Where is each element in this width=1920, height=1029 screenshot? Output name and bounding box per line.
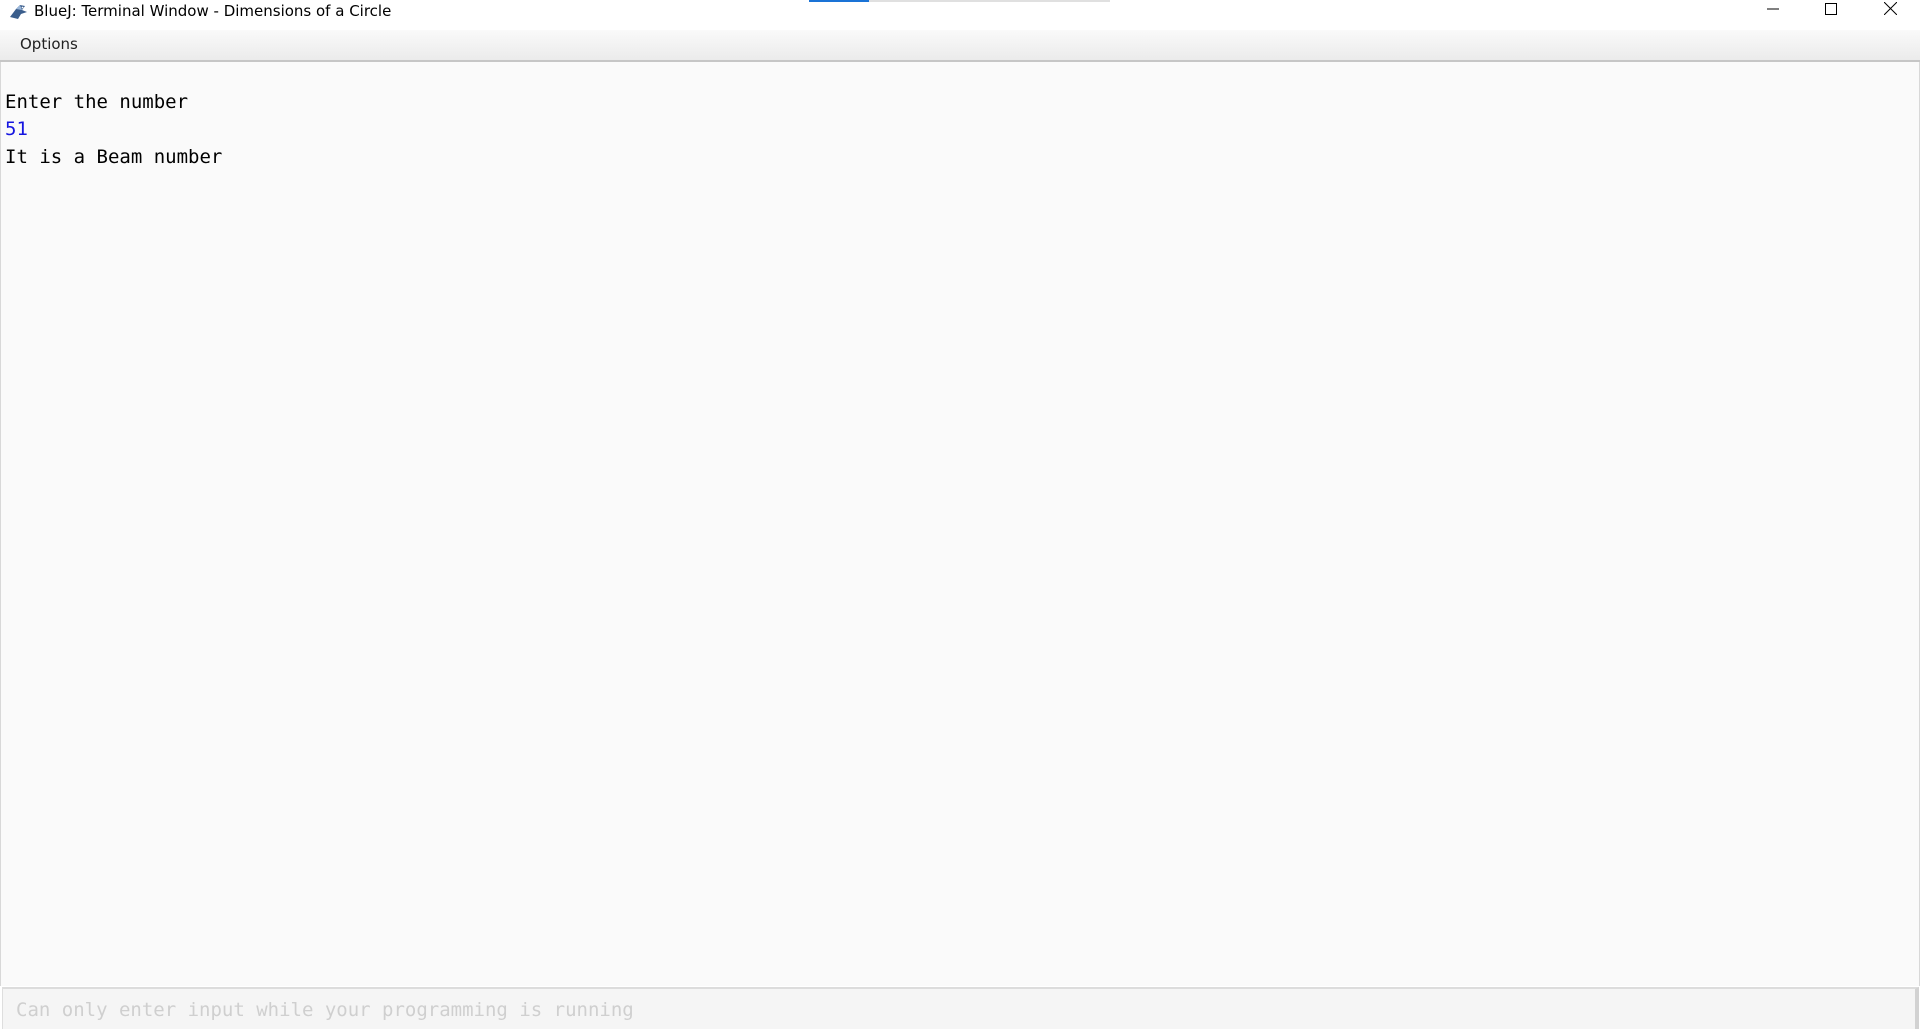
execution-progress-bar	[809, 0, 1110, 2]
bluej-bird-icon	[8, 3, 30, 21]
terminal-input-bar	[2, 987, 1919, 1029]
menu-options[interactable]: Options	[20, 35, 78, 53]
terminal-input-field[interactable]	[16, 999, 1896, 1021]
terminal-line-prompt: Enter the number	[5, 91, 189, 113]
menu-bar: Options	[0, 30, 1920, 62]
title-bar: BlueJ: Terminal Window - Dimensions of a…	[0, 0, 1920, 30]
maximize-button[interactable]	[1802, 0, 1860, 22]
terminal-output[interactable]: Enter the number 51 It is a Beam number	[0, 62, 1920, 986]
progress-fill	[809, 0, 870, 2]
minimize-icon	[1767, 2, 1779, 20]
close-icon	[1883, 1, 1897, 20]
maximize-icon	[1825, 2, 1837, 20]
terminal-line-result: It is a Beam number	[5, 146, 223, 168]
minimize-button[interactable]	[1744, 0, 1802, 22]
close-button[interactable]	[1861, 0, 1919, 22]
terminal-line-input-echo: 51	[5, 118, 28, 140]
window-title: BlueJ: Terminal Window - Dimensions of a…	[34, 2, 392, 20]
